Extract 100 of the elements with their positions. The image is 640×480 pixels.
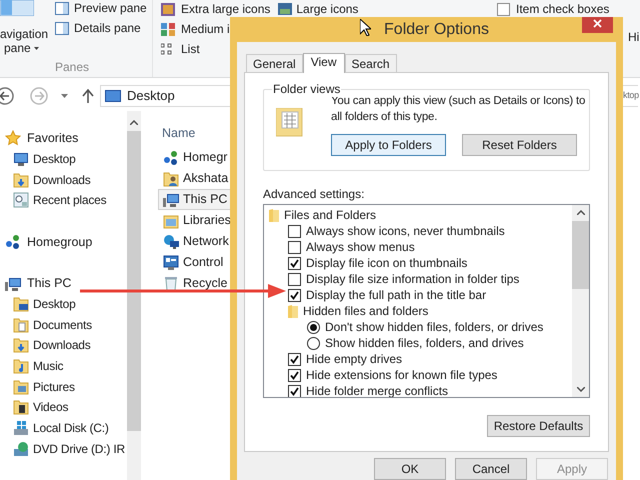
setting-row[interactable]: Display file size information in folder tips <box>264 271 572 287</box>
folder-monitor-icon <box>13 296 29 312</box>
checkbox[interactable] <box>288 272 301 286</box>
layout-option-button[interactable]: Medium i <box>161 19 270 39</box>
pane-option-button[interactable]: Preview pane <box>55 0 147 18</box>
reset-button[interactable]: Reset Folders <box>462 134 577 156</box>
user-folder-icon <box>163 170 179 186</box>
setting-row[interactable]: Show hidden files, folders, and drives <box>264 335 572 351</box>
folder-music-icon <box>13 358 29 374</box>
icon-grid-icon <box>161 22 175 36</box>
nav-item[interactable]: This PC <box>0 273 127 294</box>
caret-icon <box>34 46 39 50</box>
setting-row[interactable]: Always show icons, never thumbnails <box>264 223 572 239</box>
folder-picture-icon <box>13 378 29 395</box>
disc-drive-icon <box>13 440 29 457</box>
picture-icon <box>278 3 292 15</box>
dialog-button[interactable]: OK <box>374 458 446 480</box>
settings-list[interactable] <box>263 204 590 398</box>
ribbon-label: Hi <box>628 29 640 46</box>
folder-icon <box>288 304 298 318</box>
window-title: Folder Options <box>384 20 489 40</box>
setting-group[interactable]: Files and Folders <box>264 207 572 223</box>
scroll-thumb[interactable] <box>127 131 141 431</box>
setting-row[interactable]: Display the full path in the title bar <box>264 287 572 303</box>
checkbox[interactable] <box>288 384 301 397</box>
control-panel-icon <box>163 254 179 270</box>
file-item[interactable]: Network <box>158 231 238 252</box>
star-icon <box>5 130 21 146</box>
setting-row[interactable]: Always show menus <box>264 239 572 255</box>
checkbox[interactable] <box>288 240 301 254</box>
checkbox[interactable] <box>288 352 301 366</box>
layout-option-button[interactable]: Large icons <box>278 0 358 19</box>
radio-button[interactable] <box>307 320 320 334</box>
drive-icon <box>13 420 29 436</box>
nav-item[interactable]: Documents <box>0 314 127 336</box>
tab[interactable]: General <box>246 54 303 72</box>
search-field[interactable]: ktop <box>622 85 638 107</box>
nav-item[interactable]: Music <box>0 356 127 376</box>
nav-item[interactable]: Videos <box>0 397 127 418</box>
back-icon <box>0 87 14 105</box>
nav-item[interactable]: Favorites <box>0 128 127 149</box>
scrollbar[interactable] <box>127 111 141 480</box>
forward-icon <box>30 87 48 105</box>
network-icon <box>163 150 179 166</box>
checkbox[interactable] <box>288 256 301 270</box>
close-button[interactable] <box>582 17 613 33</box>
monitor-icon <box>105 90 121 102</box>
tab[interactable]: Search <box>344 54 397 72</box>
scroll-up-icon <box>576 210 584 215</box>
file-item[interactable]: Recycle <box>158 273 238 294</box>
nav-item[interactable]: Pictures <box>0 376 127 398</box>
dialog-button[interactable]: Cancel <box>455 458 527 480</box>
check-icon <box>290 290 299 300</box>
folder-icon <box>269 208 279 222</box>
nav-item[interactable]: Homegroup <box>0 232 127 252</box>
dropdown-icon <box>61 94 68 98</box>
pane-layout-icon <box>0 0 34 16</box>
nav-item[interactable]: Downloads <box>0 335 127 356</box>
pane-icon <box>55 22 69 34</box>
apply-button[interactable]: Apply to Folders <box>331 134 446 156</box>
scroll-up-icon <box>130 120 138 125</box>
checkbox[interactable] <box>497 2 510 16</box>
folder-download-icon <box>13 337 29 354</box>
check-icon <box>290 258 299 268</box>
icon-grid-icon <box>161 2 175 16</box>
setting-group[interactable]: Hidden files and folders <box>264 303 572 319</box>
checkbox[interactable] <box>288 368 301 382</box>
file-item[interactable]: Libraries <box>158 210 238 231</box>
folder-film-icon <box>13 399 29 416</box>
setting-row[interactable]: Hide extensions for known file types <box>264 367 572 383</box>
radio-button[interactable] <box>307 336 320 350</box>
navigation-pane-button[interactable]: avigation pane <box>0 0 52 60</box>
file-item[interactable]: Control <box>158 252 238 273</box>
checkbox[interactable] <box>288 288 301 302</box>
recycle-bin-icon <box>163 276 179 292</box>
nav-item[interactable]: Downloads <box>0 169 127 190</box>
scrollbar[interactable] <box>572 205 589 397</box>
scroll-thumb[interactable] <box>572 221 589 289</box>
group-label: Panes <box>54 60 90 74</box>
computer-icon <box>5 276 21 292</box>
pane-option-button[interactable]: Details pane <box>55 18 147 38</box>
nav-item[interactable]: DVD Drive (D:) IR <box>0 438 127 459</box>
setting-row[interactable]: Don't show hidden files, folders, or drives <box>264 319 572 335</box>
scroll-down-icon <box>576 387 584 392</box>
checkbox[interactable] <box>288 224 301 238</box>
setting-row[interactable]: Display file icon on thumbnails <box>264 255 572 271</box>
network-icon <box>5 234 21 250</box>
checkbox-row[interactable]: Item check boxes <box>497 0 610 18</box>
globe-monitor-icon <box>163 234 179 250</box>
nav-item[interactable]: Desktop <box>0 294 127 314</box>
folder-grid-icon <box>276 108 304 138</box>
nav-item[interactable]: Local Disk (C:) <box>0 418 127 438</box>
setting-row[interactable]: Hide empty drives <box>264 351 572 367</box>
nav-item[interactable]: Recent places <box>0 190 127 211</box>
layout-option-button[interactable]: Extra large icons <box>161 0 270 19</box>
restore-defaults-button[interactable]: Restore Defaults <box>487 415 590 437</box>
file-item[interactable]: Homegr <box>158 147 238 168</box>
nav-item[interactable]: Desktop <box>0 148 127 170</box>
tab[interactable]: View <box>302 53 344 73</box>
file-item[interactable]: Akshata <box>158 168 238 189</box>
